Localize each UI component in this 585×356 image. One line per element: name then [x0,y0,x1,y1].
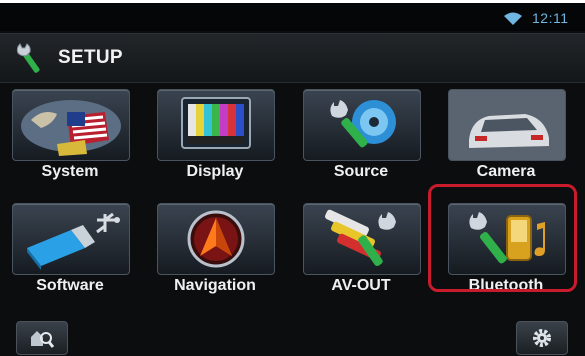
tile-icon-area [157,89,275,161]
setup-tile-av-out[interactable]: AV-OUT [299,203,423,294]
tile-label: Navigation [174,277,256,294]
gear-icon [533,329,551,347]
search-icon [31,331,55,348]
wrench-icon [16,43,40,73]
tile-label: AV-OUT [331,277,391,294]
tile-label: System [41,163,99,180]
bottom-bar [0,321,585,356]
tile-label: Display [186,163,244,180]
title-bar: SETUP [0,33,585,83]
car-rear-icon [449,90,565,160]
search-button[interactable] [16,321,68,355]
tile-icon-area [303,89,421,161]
highlight-box [428,184,577,292]
wifi-icon [504,12,522,25]
settings-button[interactable] [516,321,568,355]
tile-icon-area [12,203,130,275]
color-bars-monitor-icon [181,97,251,149]
tile-label: Camera [476,163,536,180]
tile-label: Software [36,277,104,294]
tile-icon-area [448,89,566,161]
tile-icon-area [303,203,421,275]
setup-tile-source[interactable]: Source [299,89,423,180]
clock: 12:11 [532,10,569,26]
wrench-disc-icon [330,100,396,148]
rca-cables-icon [325,209,396,267]
status-bar: 12:11 [0,3,585,31]
globe-flag-icon [21,100,121,156]
compass-arrow-icon [187,210,245,268]
head-unit-screen: 12:11 SETUP System Display Source Camera… [0,3,585,356]
setup-tile-camera[interactable]: Camera [444,89,568,180]
setup-tile-display[interactable]: Display [153,89,277,180]
tile-icon-area [12,89,130,161]
setup-tile-navigation[interactable]: Navigation [153,203,277,294]
tile-label: Source [333,163,389,180]
setup-tile-software[interactable]: Software [8,203,132,294]
tile-icon-area [157,203,275,275]
setup-tile-system[interactable]: System [8,89,132,180]
usb-drive-icon [27,212,120,270]
page-title: SETUP [58,47,123,68]
